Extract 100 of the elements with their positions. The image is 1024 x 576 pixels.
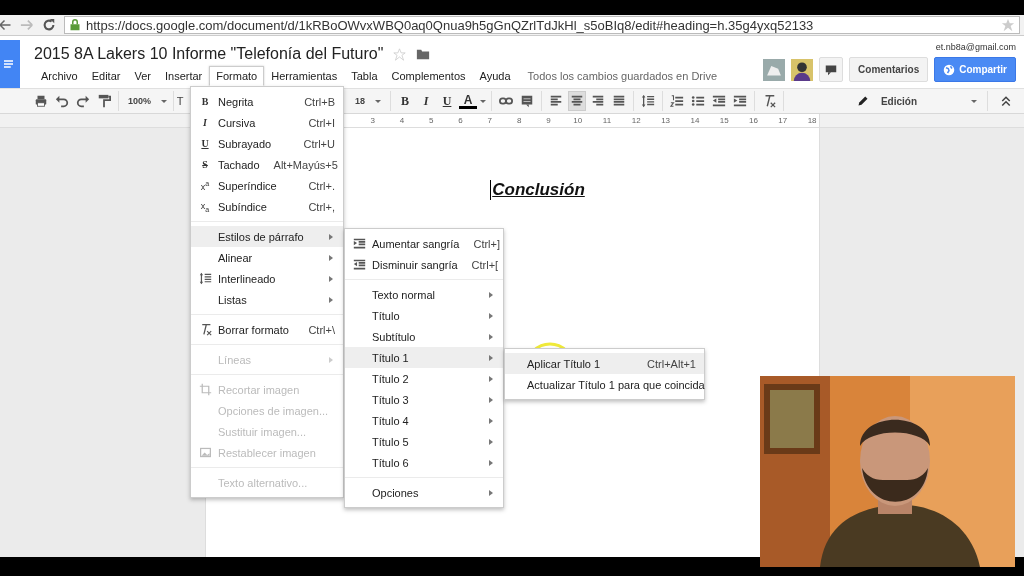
ruler-number: 12	[630, 116, 642, 125]
menu-item: Opciones de imagen...	[217, 403, 330, 419]
format-glyph-icon: U	[201, 138, 209, 149]
folder-icon[interactable]	[416, 47, 431, 61]
menu-item[interactable]: Título 3	[345, 389, 503, 410]
menu-item[interactable]: B Negrita Ctrl+B	[191, 91, 343, 112]
ruler-number: 15	[718, 116, 730, 125]
toolbar-button[interactable]: I	[417, 91, 436, 111]
menu-item: Texto alternativo...	[217, 475, 309, 491]
image-reset-icon	[198, 446, 212, 459]
pencil-icon	[856, 95, 869, 107]
menu-item: Restablecer imagen	[191, 442, 343, 463]
star-icon[interactable]	[393, 47, 407, 61]
format-glyph-icon: x$^{a}$	[200, 179, 210, 192]
menu-item[interactable]: Actualizar Título 1 para que coincida	[505, 374, 704, 395]
menu-item[interactable]: Listas	[191, 289, 343, 310]
decrease-indent-icon	[352, 258, 366, 271]
menu-item[interactable]: Formato	[209, 66, 265, 86]
menu-item[interactable]: Interlineado	[191, 268, 343, 289]
format-glyph-icon: B	[201, 96, 209, 107]
menu-item[interactable]: Título 4	[345, 410, 503, 431]
menu-item[interactable]: Aumentar sangría Ctrl+]	[345, 233, 503, 254]
back-icon[interactable]	[0, 17, 12, 33]
ruler-number: 9	[545, 116, 552, 125]
avatar-icon[interactable]	[791, 58, 814, 81]
document-title[interactable]: 2015 8A Lakers 10 Informe "Telefonía del Futuro"	[34, 45, 384, 63]
ruler-number: 8	[515, 116, 523, 125]
align-right-icon	[591, 94, 606, 108]
menu-item[interactable]: U Subrayado Ctrl+U	[191, 133, 343, 154]
text-color-button[interactable]: A	[459, 93, 478, 109]
menu-item[interactable]: Alinear	[191, 247, 343, 268]
ruler-number: 7	[486, 116, 494, 125]
shortcut-text: Ctrl+B	[304, 95, 335, 108]
paint-roller-icon	[97, 94, 111, 108]
menu-item[interactable]: Título 5	[345, 431, 503, 452]
shortcut-text: Ctrl+.	[308, 179, 335, 192]
ruler-number: 11	[601, 116, 613, 125]
shortcut-text: Ctrl+U	[303, 137, 335, 150]
collapse-icon[interactable]	[1000, 95, 1012, 107]
print-icon	[34, 94, 48, 108]
ruler-number: 10	[572, 116, 584, 125]
shortcut-text: Ctrl+I	[308, 116, 335, 129]
globe-icon	[943, 63, 956, 76]
reload-icon[interactable]	[42, 17, 56, 33]
toolbar-button[interactable]: U	[438, 91, 457, 111]
menu-item[interactable]: Título 1	[345, 347, 503, 368]
toolbar-button[interactable]	[568, 91, 587, 111]
menu-item[interactable]: Estilos de párrafo	[191, 226, 343, 247]
menu-item[interactable]: Título 2	[345, 368, 503, 389]
menu-item[interactable]: Insertar	[157, 66, 210, 86]
menu-item[interactable]: x$^{a}$ Superíndice Ctrl+.	[191, 175, 343, 196]
bookmark-star-icon[interactable]	[1001, 18, 1015, 32]
lock-icon	[69, 19, 81, 31]
ruler-number: 14	[689, 116, 701, 125]
menu-item[interactable]: Complementos	[384, 66, 473, 86]
menu-item[interactable]: Ayuda	[472, 66, 518, 86]
shortcut-text: Ctrl+[	[471, 258, 499, 271]
shortcut-text: Ctrl+Alt+1	[647, 357, 696, 370]
menu-item[interactable]: Archivo	[34, 66, 85, 86]
ruler-number: 13	[660, 116, 672, 125]
numbered-list-icon	[670, 94, 685, 108]
comments-button[interactable]: Comentarios	[849, 57, 929, 82]
ruler-number: 18	[806, 116, 818, 125]
menu-item[interactable]: Título 6	[345, 452, 503, 473]
menu-item[interactable]: I Cursiva Ctrl+I	[191, 112, 343, 133]
chat-icon	[825, 63, 838, 76]
shortcut-text: Ctrl+]	[473, 237, 501, 250]
menu-item: Recortar imagen	[191, 379, 343, 400]
format-glyph-icon: I	[203, 117, 207, 128]
style-dropdown[interactable]: T	[176, 91, 185, 111]
menu-item[interactable]: Editar	[84, 66, 128, 86]
account-email[interactable]: et.nb8a@gmail.com	[935, 42, 1016, 52]
chat-button[interactable]	[819, 57, 844, 82]
address-field[interactable]: https://docs.google.com/document/d/1kRBoOWvxWBQ0aq0Qnua9h5gGnQZrlTdJkHl_s5oBIq8/edit#heading=h.35g4yxq52133	[64, 16, 1020, 34]
menu-item[interactable]: S Tachado Alt+Mayús+5	[191, 154, 343, 175]
format-glyph-icon: S	[202, 159, 208, 170]
dropdown[interactable]: 100%	[124, 91, 172, 111]
menu-item[interactable]: Disminuir sangría Ctrl+[	[345, 254, 503, 275]
menu-item[interactable]: x$_{a}$ Subíndice Ctrl+,	[191, 196, 343, 217]
shortcut-text: Alt+Mayús+5	[273, 158, 338, 171]
menu-item[interactable]: Texto normal	[345, 284, 503, 305]
menu-item[interactable]: Subtítulo	[345, 326, 503, 347]
menu-item[interactable]: Aplicar Título 1 Ctrl+Alt+1	[505, 353, 704, 374]
menu-item[interactable]: Herramientas	[264, 66, 345, 86]
dropdown[interactable]: 18	[351, 91, 386, 111]
toolbar-button[interactable]: B	[396, 91, 415, 111]
url-text: https://docs.google.com/document/d/1kRBoOWvxWBQ0aq0Qnua9h5gGnQZrlTdJkHl_s5oBIq8/edit#heading=h.35g4yxq52133	[86, 17, 814, 33]
ruler-number: 6	[457, 116, 464, 125]
caret-icon[interactable]	[480, 99, 487, 103]
menu-item[interactable]: Opciones	[345, 482, 503, 503]
ruler-number: 5	[428, 116, 435, 125]
menu-item[interactable]: Título	[345, 305, 503, 326]
redo-icon	[76, 94, 90, 108]
shortcut-text: Ctrl+\	[308, 323, 335, 336]
editing-mode-dropdown[interactable]: Edición	[846, 91, 987, 111]
menu-item[interactable]: Tabla	[344, 66, 385, 86]
menu-item[interactable]: Borrar formato Ctrl+\	[191, 319, 343, 340]
menu-item[interactable]: Ver	[127, 66, 158, 86]
undo-icon	[55, 94, 69, 108]
align-left-icon	[549, 94, 564, 108]
